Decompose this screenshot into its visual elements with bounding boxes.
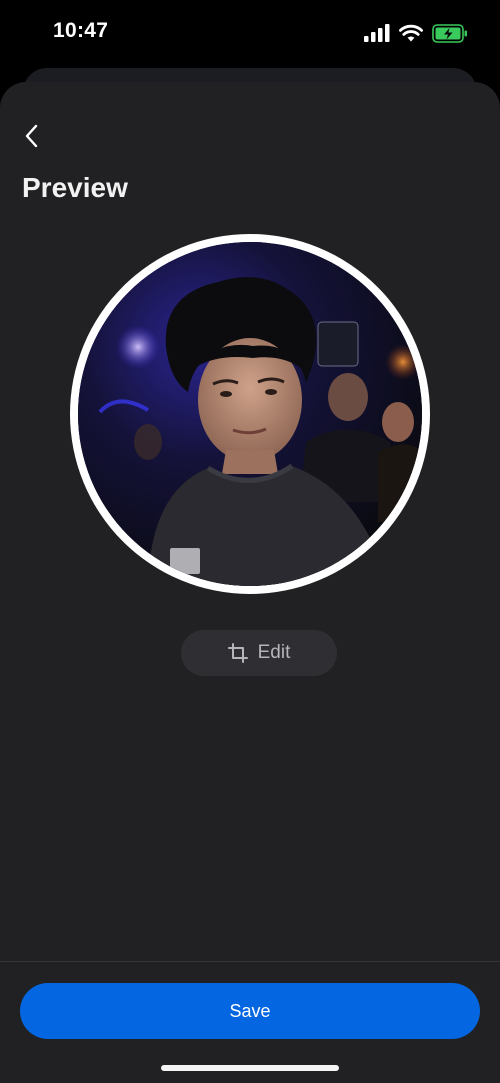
signal-icon — [364, 24, 390, 42]
back-button[interactable] — [14, 118, 50, 154]
preview-sheet: Preview Edit Save — [0, 82, 500, 1083]
save-button[interactable]: Save — [20, 983, 480, 1039]
battery-charging-icon — [432, 23, 467, 43]
chevron-left-icon — [25, 124, 38, 148]
status-time: 10:47 — [53, 19, 109, 42]
edit-label: Edit — [257, 642, 291, 663]
crop-icon — [227, 643, 248, 663]
footer-divider — [0, 961, 500, 962]
wifi-icon — [399, 24, 423, 42]
edit-button[interactable]: Edit — [181, 630, 337, 676]
status-icons — [364, 22, 468, 44]
profile-photo-illustration — [78, 242, 422, 586]
screen: 10:47 Preview Edit Save — [0, 0, 500, 1083]
profile-photo — [78, 242, 422, 586]
status-bar: 10:47 — [0, 0, 500, 64]
save-label: Save — [229, 1000, 271, 1021]
page-title: Preview — [22, 172, 128, 203]
home-indicator — [161, 1065, 339, 1071]
avatar-preview — [70, 234, 430, 594]
